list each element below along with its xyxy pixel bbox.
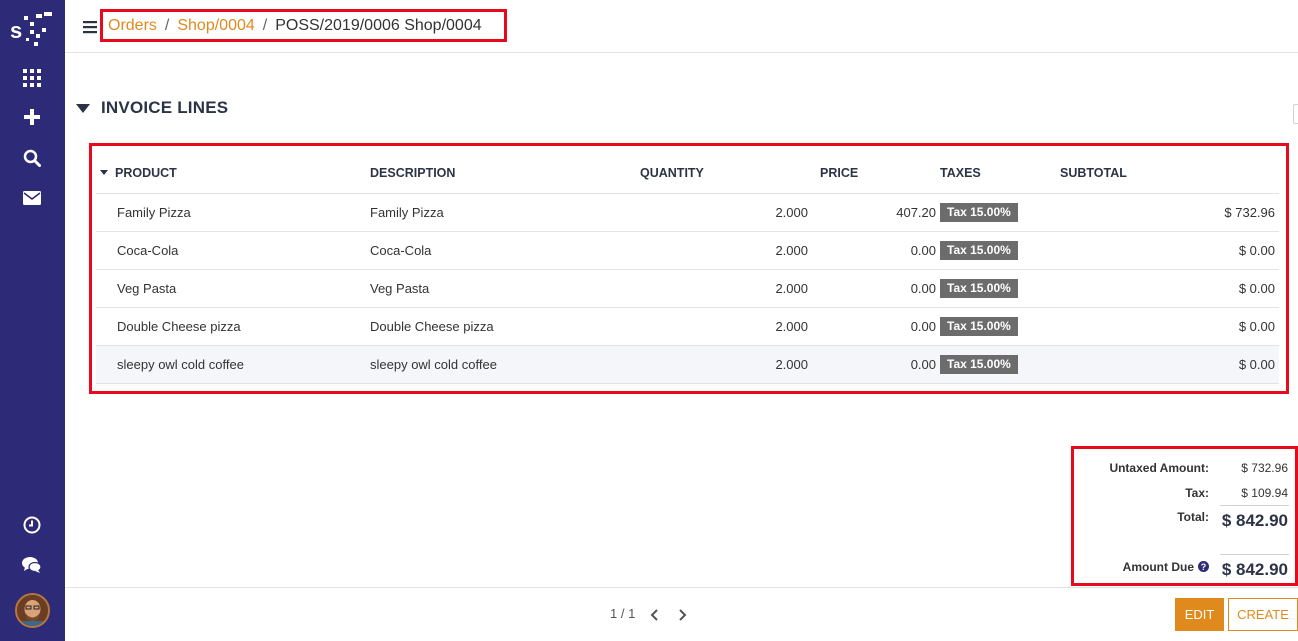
amount-due-value: $ 842.90 <box>1221 560 1288 579</box>
divider <box>1220 554 1289 555</box>
top-bar: Orders / Shop/0004 / POSS/2019/0006 Shop… <box>65 0 1298 53</box>
cell-subtotal: $ 0.00 <box>1056 345 1279 384</box>
cell-product: Veg Pasta <box>96 269 366 308</box>
table-row[interactable]: Double Cheese pizza Double Cheese pizza … <box>96 307 1279 346</box>
clock-icon[interactable] <box>20 513 44 537</box>
column-header-price[interactable]: PRICE <box>816 153 936 194</box>
total-label: Total: <box>1177 510 1209 524</box>
breadcrumb: Orders / Shop/0004 / POSS/2019/0006 Shop… <box>100 9 507 42</box>
cell-taxes: Tax 15.00% <box>936 193 1056 232</box>
untaxed-amount-value: $ 732.96 <box>1241 461 1288 475</box>
cell-price: 0.00 <box>816 345 936 384</box>
apps-icon[interactable] <box>20 66 44 90</box>
invoice-lines-table: PRODUCT DESCRIPTION QUANTITY PRICE TAXES… <box>89 143 1289 394</box>
column-header-subtotal[interactable]: SUBTOTAL <box>1056 153 1279 194</box>
divider <box>1220 505 1289 506</box>
pager-value[interactable]: 1 / 1 <box>610 606 635 621</box>
cell-taxes: Tax 15.00% <box>936 231 1056 270</box>
cell-price: 407.20 <box>816 193 936 232</box>
tax-badge[interactable]: Tax 15.00% <box>940 316 1018 336</box>
chat-icon[interactable] <box>20 553 44 577</box>
column-header-description[interactable]: DESCRIPTION <box>366 153 636 194</box>
breadcrumb-separator: / <box>164 16 170 34</box>
cell-quantity: 2.000 <box>636 345 816 384</box>
cell-price: 0.00 <box>816 269 936 308</box>
table-row[interactable]: Veg Pasta Veg Pasta 2.000 0.00 Tax 15.00… <box>96 269 1279 308</box>
caret-down-icon <box>76 103 90 113</box>
cell-taxes: Tax 15.00% <box>936 269 1056 308</box>
tax-badge[interactable]: Tax 15.00% <box>940 202 1018 222</box>
invoice-totals: Untaxed Amount: $ 732.96 Tax: $ 109.94 T… <box>1071 446 1298 586</box>
column-header-product[interactable]: PRODUCT <box>96 153 366 194</box>
search-icon[interactable] <box>20 146 44 170</box>
cell-description: sleepy owl cold coffee <box>366 345 636 384</box>
cell-quantity: 2.000 <box>636 307 816 346</box>
cell-subtotal: $ 0.00 <box>1056 269 1279 308</box>
column-header-taxes[interactable]: TAXES <box>936 153 1056 194</box>
cell-price: 0.00 <box>816 307 936 346</box>
cell-product: Coca-Cola <box>96 231 366 270</box>
cell-quantity: 2.000 <box>636 269 816 308</box>
menu-toggle-icon[interactable] <box>83 20 97 34</box>
table-header-row: PRODUCT DESCRIPTION QUANTITY PRICE TAXES… <box>96 153 1279 194</box>
cell-taxes: Tax 15.00% <box>936 345 1056 384</box>
sidebar: s <box>0 0 65 641</box>
cell-subtotal: $ 0.00 <box>1056 307 1279 346</box>
table-row[interactable]: sleepy owl cold coffee sleepy owl cold c… <box>96 345 1279 384</box>
tax-value: $ 109.94 <box>1241 486 1288 500</box>
edit-button[interactable]: EDIT <box>1175 598 1224 631</box>
cell-description: Veg Pasta <box>366 269 636 308</box>
breadcrumb-shop[interactable]: Shop/0004 <box>177 17 254 35</box>
cell-subtotal: $ 0.00 <box>1056 231 1279 270</box>
svg-text:s: s <box>10 18 22 43</box>
cell-quantity: 2.000 <box>636 193 816 232</box>
cell-quantity: 2.000 <box>636 231 816 270</box>
footer-bar: 1 / 1 EDIT CREATE <box>65 587 1298 641</box>
invoice-lines-toggle[interactable]: INVOICE LINES <box>76 98 228 118</box>
tax-badge[interactable]: Tax 15.00% <box>940 278 1018 298</box>
section-title: INVOICE LINES <box>101 98 229 117</box>
tax-label: Tax: <box>1185 486 1209 500</box>
cell-description: Coca-Cola <box>366 231 636 270</box>
plus-icon[interactable] <box>20 105 44 129</box>
cell-description: Double Cheese pizza <box>366 307 636 346</box>
breadcrumb-separator: / <box>262 16 268 34</box>
help-icon[interactable]: ? <box>1198 561 1209 573</box>
sort-caret-icon <box>100 169 108 175</box>
cell-description: Family Pizza <box>366 193 636 232</box>
breadcrumb-orders[interactable]: Orders <box>108 17 157 35</box>
column-header-quantity[interactable]: QUANTITY <box>636 153 816 194</box>
avatar[interactable] <box>15 593 50 628</box>
sheet-edge-marker <box>1293 104 1298 124</box>
total-value: $ 842.90 <box>1221 511 1288 530</box>
cell-taxes: Tax 15.00% <box>936 307 1056 346</box>
cell-product: Family Pizza <box>96 193 366 232</box>
chevron-left-icon[interactable] <box>648 607 662 623</box>
cell-product: sleepy owl cold coffee <box>96 345 366 384</box>
mail-icon[interactable] <box>20 186 44 210</box>
app-logo[interactable]: s <box>8 8 56 50</box>
create-button[interactable]: CREATE <box>1228 598 1298 631</box>
tax-badge[interactable]: Tax 15.00% <box>940 354 1018 374</box>
cell-product: Double Cheese pizza <box>96 307 366 346</box>
cell-subtotal: $ 732.96 <box>1056 193 1279 232</box>
breadcrumb-current: POSS/2019/0006 Shop/0004 <box>275 16 482 34</box>
table-row[interactable]: Coca-Cola Coca-Cola 2.000 0.00 Tax 15.00… <box>96 231 1279 270</box>
chevron-right-icon[interactable] <box>675 607 689 623</box>
table-row[interactable]: Family Pizza Family Pizza 2.000 407.20 T… <box>96 193 1279 232</box>
tax-badge[interactable]: Tax 15.00% <box>940 240 1018 260</box>
cell-price: 0.00 <box>816 231 936 270</box>
untaxed-amount-label: Untaxed Amount: <box>1109 461 1209 475</box>
amount-due-label: Amount Due? <box>1123 560 1209 574</box>
